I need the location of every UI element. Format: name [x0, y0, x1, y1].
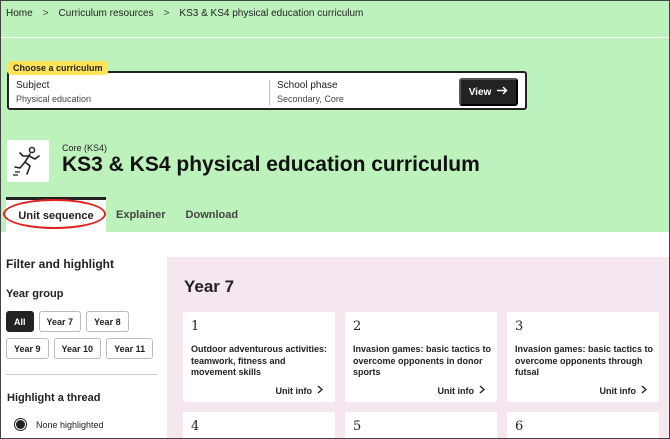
thread-option-label: None highlighted: [36, 419, 104, 430]
unit-sequence-panel: Year 7 1 Outdoor adventurous activities:…: [167, 257, 669, 438]
year-chip-8[interactable]: Year 8: [86, 311, 129, 332]
unit-info-label: Unit info: [275, 385, 313, 396]
year-chip-11[interactable]: Year 11: [106, 338, 154, 359]
tab-bar: Unit sequence Explainer Download: [6, 197, 248, 232]
year-group-title: Year group: [6, 288, 64, 300]
chevron-right-icon: [479, 385, 486, 396]
header-divider: [1, 37, 669, 38]
unit-number: 5: [353, 419, 362, 434]
radio-selected-icon[interactable]: [14, 418, 27, 431]
subject-value: Physical education: [16, 94, 92, 104]
tab-explainer[interactable]: Explainer: [106, 197, 176, 232]
unit-card[interactable]: 6: [507, 412, 659, 438]
year-chip-7[interactable]: Year 7: [38, 311, 82, 332]
year-chip-9[interactable]: Year 9: [6, 338, 49, 359]
unit-info-link[interactable]: Unit info: [600, 385, 648, 396]
arrow-right-icon: [497, 86, 508, 98]
unit-number: 3: [515, 319, 524, 334]
unit-number: 4: [191, 419, 200, 434]
breadcrumb-home[interactable]: Home: [6, 8, 33, 19]
unit-card[interactable]: 5: [345, 412, 497, 438]
core-label: Core (KS4): [62, 143, 108, 153]
tab-download[interactable]: Download: [176, 197, 249, 232]
year-group-chips: All Year 7 Year 8 Year 9 Year 10 Year 11: [6, 311, 158, 359]
view-button-label: View: [468, 86, 492, 98]
chevron-right-icon: [641, 385, 648, 396]
filter-title: Filter and highlight: [6, 257, 114, 271]
unit-title: Invasion games: basic tactics to overcom…: [515, 344, 654, 377]
tab-unit-sequence[interactable]: Unit sequence: [6, 197, 106, 232]
chevron-right-icon: [317, 385, 324, 396]
subject-label: Subject: [16, 80, 50, 91]
thread-option-none[interactable]: None highlighted: [14, 418, 104, 431]
unit-card[interactable]: 4: [183, 412, 335, 438]
chevron-right-icon: >: [163, 8, 170, 19]
school-phase-selector[interactable]: School phase Secondary, Core: [277, 79, 447, 106]
unit-title: Invasion games: basic tactics to overcom…: [353, 344, 492, 377]
unit-info-link[interactable]: Unit info: [438, 385, 486, 396]
page-frame: Home > Curriculum resources > KS3 & KS4 …: [0, 0, 670, 439]
thread-title: Highlight a thread: [7, 392, 101, 404]
pe-running-icon: [7, 140, 49, 182]
unit-info-link[interactable]: Unit info: [276, 385, 324, 396]
year-chip-all[interactable]: All: [6, 311, 34, 332]
year-chip-10[interactable]: Year 10: [53, 338, 102, 359]
breadcrumb-curriculum-resources[interactable]: Curriculum resources: [59, 8, 154, 19]
curriculum-header: Home > Curriculum resources > KS3 & KS4 …: [1, 1, 669, 232]
unit-info-label: Unit info: [437, 385, 475, 396]
sidebar-divider: [6, 374, 157, 375]
view-button[interactable]: View: [459, 78, 518, 106]
page-title: KS3 & KS4 physical education curriculum: [62, 153, 480, 176]
school-phase-value: Secondary, Core: [277, 94, 344, 104]
unit-info-label: Unit info: [599, 385, 637, 396]
chooser-divider: [269, 80, 270, 105]
unit-title: Outdoor adventurous activities: teamwork…: [191, 344, 328, 377]
unit-number: 2: [353, 319, 362, 334]
unit-number: 6: [515, 419, 524, 434]
unit-number: 1: [191, 319, 200, 334]
year-heading: Year 7: [184, 277, 235, 296]
breadcrumb-current: KS3 & KS4 physical education curriculum: [179, 8, 364, 19]
filter-sidebar: Filter and highlight Year group All Year…: [6, 257, 158, 431]
unit-card[interactable]: 3 Invasion games: basic tactics to overc…: [507, 312, 659, 402]
school-phase-label: School phase: [277, 80, 338, 91]
chooser-tag: Choose a curriculum: [8, 61, 108, 75]
unit-card[interactable]: 1 Outdoor adventurous activities: teamwo…: [183, 312, 335, 402]
chevron-right-icon: >: [42, 8, 49, 19]
unit-card[interactable]: 2 Invasion games: basic tactics to overc…: [345, 312, 497, 402]
breadcrumb: Home > Curriculum resources > KS3 & KS4 …: [6, 8, 363, 19]
subject-selector[interactable]: Subject Physical education: [16, 79, 268, 106]
curriculum-chooser: Subject Physical education School phase …: [7, 71, 527, 110]
